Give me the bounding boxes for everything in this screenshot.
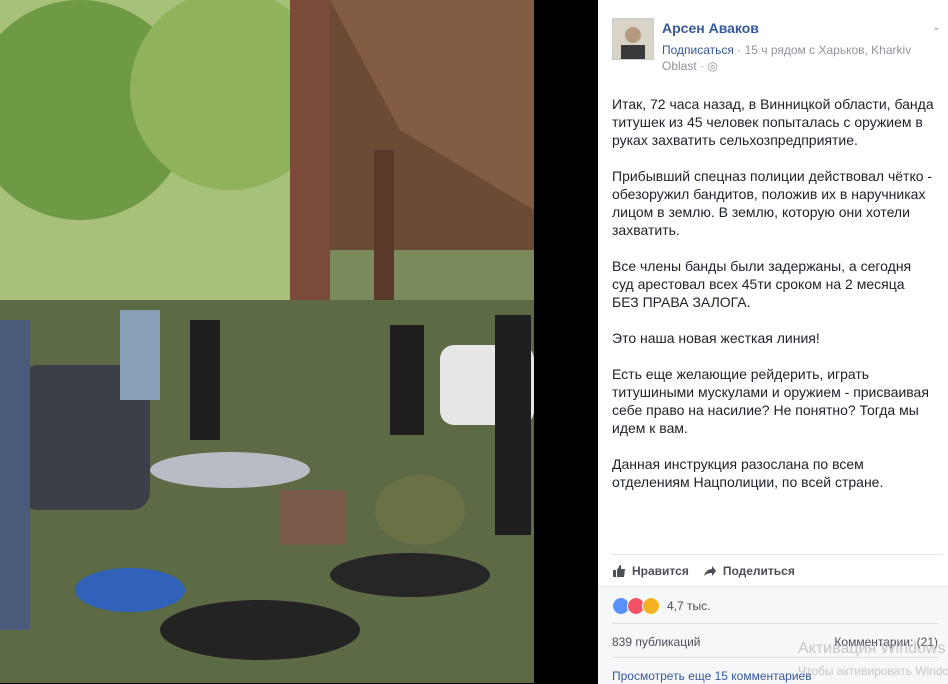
post-meta: Подписаться · 15 ч рядом с Харьков, Khar…: [662, 42, 922, 74]
post-paragraph: Итак, 72 часа назад, в Винницкой области…: [612, 96, 934, 148]
avatar[interactable]: [612, 18, 654, 60]
chevron-down-icon[interactable]: ⌄: [932, 22, 942, 33]
subscribe-link[interactable]: Подписаться: [662, 43, 734, 57]
post-paragraph: Есть еще желающие рейдерить, играть титу…: [612, 366, 929, 436]
wow-reaction-icon: [642, 597, 660, 615]
post-photo[interactable]: [0, 0, 534, 683]
photo-illustration: [0, 0, 534, 683]
post-panel: Арсен Аваков Подписаться · 15 ч рядом с …: [598, 0, 948, 684]
windows-activation-watermark: Активация Windows: [798, 640, 946, 657]
globe-icon: ◎: [707, 59, 718, 73]
thumbs-up-icon: [613, 565, 625, 577]
shares-count[interactable]: 839 публикаций: [612, 635, 701, 649]
share-arrow-icon: [703, 566, 716, 576]
like-label: Нравится: [632, 564, 689, 578]
post-paragraph: Данная инструкция разослана по всем отде…: [612, 456, 884, 490]
more-comments-link[interactable]: Просмотреть еще 15 комментариев: [612, 669, 812, 683]
reactions-summary[interactable]: 4,7 тыс.: [612, 597, 710, 615]
like-button[interactable]: Нравится: [612, 564, 689, 578]
windows-activation-subtext: Чтобы активировать Windows: [798, 664, 948, 678]
post-paragraph: Прибывший спецназ полиции действовал чёт…: [612, 168, 933, 238]
share-button[interactable]: Поделиться: [703, 564, 795, 578]
dark-gap: [534, 0, 598, 683]
post-paragraph: Все члены банды были задержаны, а сегодн…: [612, 258, 912, 310]
avatar-image: [613, 19, 653, 59]
post-paragraph: Это наша новая жесткая линия!: [612, 330, 820, 346]
share-label: Поделиться: [722, 564, 795, 578]
reactions-count: 4,7 тыс.: [667, 599, 711, 613]
author-name[interactable]: Арсен Аваков: [662, 20, 759, 36]
divider: [612, 623, 938, 624]
post-actions: Нравится Поделиться: [612, 554, 942, 587]
post-body: Итак, 72 часа назад, в Винницкой области…: [612, 95, 934, 509]
